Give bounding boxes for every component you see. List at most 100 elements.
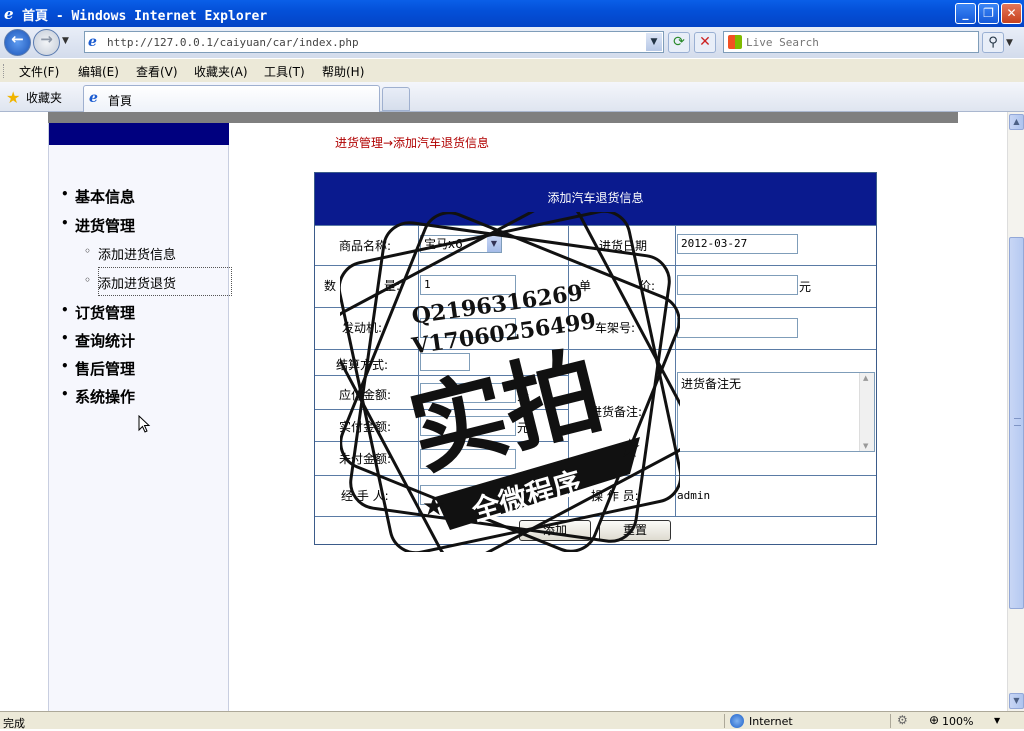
payable-label: 应付金额: [339,388,392,402]
address-toolbar: ← → ▼ e http://127.0.0.1/caiyuan/car/ind… [0,27,1024,58]
col-divider [675,225,676,516]
qty-label-a: 数 [324,279,337,293]
close-button[interactable]: ✕ [1001,3,1022,24]
col-divider [418,225,419,516]
operator-label: 操 作 员: [591,489,639,503]
price-input[interactable] [677,275,798,295]
payable-input[interactable] [420,383,516,403]
zoom-level[interactable]: 100% [942,715,973,728]
favorites-star-icon[interactable]: ★ [6,88,20,107]
sidebar-item-statistics[interactable]: 查询统计 [61,330,135,351]
unpaid-label: 未付金额: [339,452,392,466]
address-url[interactable]: http://127.0.0.1/caiyuan/car/index.php [107,36,359,49]
zoom-icon[interactable]: ⊕ [929,713,939,727]
row-divider [315,225,876,226]
menu-help[interactable]: 帮助(H) [322,63,364,80]
address-dropdown-icon[interactable]: ▼ [646,33,662,51]
sidebar-item-orders[interactable]: 订货管理 [61,302,135,323]
remark-text: 进货备注无 [681,377,742,391]
zoom-dropdown-icon[interactable]: ▼ [994,716,1000,725]
address-bar[interactable]: e http://127.0.0.1/caiyuan/car/index.php… [84,31,664,53]
favorites-bar: ★ 收藏夹 e 首頁 [0,82,1024,112]
page-viewport: 基本信息 进货管理 添加进货信息 添加进货退货 订货管理 查询统计 售后管理 系… [0,112,1007,711]
unpaid-input[interactable] [420,449,516,469]
internet-zone-icon [730,714,744,728]
frame-input[interactable] [677,318,798,338]
status-divider [890,714,891,728]
menu-file[interactable]: 文件(F) [19,63,59,80]
scroll-up-icon[interactable]: ▲ [1009,114,1024,130]
row-divider [315,516,876,517]
sidebar-item-purchase[interactable]: 进货管理 [61,215,135,236]
paid-input[interactable] [420,416,516,436]
menu-favorites[interactable]: 收藏夹(A) [194,63,248,80]
sidebar-subitem-add-purchase[interactable]: 添加进货信息 [84,244,176,263]
handler-label: 经 手 人: [341,489,389,503]
date-input[interactable]: 2012-03-27 [677,234,798,254]
operator-value: admin [677,489,711,502]
reset-button[interactable]: 重置 [599,520,671,541]
mouse-cursor-icon [138,415,151,433]
page-icon: e [88,34,97,50]
window-title: 首頁 - Windows Internet Explorer [22,9,268,24]
page-header-strip [48,112,958,123]
tab-page-icon: e [89,90,98,106]
breadcrumb: 进货管理→添加汽车退货信息 [335,136,490,150]
refresh-button[interactable]: ⟳ [668,32,690,53]
submit-button[interactable]: 添加 [519,520,591,541]
live-search-icon [728,35,742,49]
new-tab-button[interactable] [382,87,410,111]
sidebar-subitem-add-return[interactable]: 添加进货退货 [84,273,176,292]
price-label-a: 单 [579,279,592,293]
price-label-b: 价: [639,279,656,293]
engine-input[interactable] [420,318,516,338]
search-options-icon[interactable]: ▼ [1006,38,1013,48]
row-divider [315,307,876,308]
price-unit: 元 [799,280,812,294]
maximize-button[interactable]: ❐ [978,3,999,24]
forward-button[interactable]: → [33,29,60,56]
remark-textarea[interactable]: 进货备注无 [677,372,875,452]
back-button[interactable]: ← [4,29,31,56]
select-arrow-icon: ▼ [487,236,501,252]
protected-mode-icon: ⚙ [897,713,908,727]
menu-edit[interactable]: 编辑(E) [78,63,119,80]
settle-label: 结算方式: [336,358,389,372]
return-form: 添加汽车退货信息 商品名称: 宝马x6 ▼ 进货日期 2012-03-27 数 … [314,172,877,545]
sidebar-item-after-sales[interactable]: 售后管理 [61,358,135,379]
scroll-down-icon[interactable]: ▼ [1009,693,1024,709]
menu-bar: 文件(F) 编辑(E) 查看(V) 收藏夹(A) 工具(T) 帮助(H) [0,58,1024,82]
page-scrollbar[interactable]: ▲ ▼ [1007,112,1024,711]
browser-tab[interactable]: e 首頁 [83,85,380,112]
row-divider [315,375,568,376]
stop-button[interactable]: ✕ [694,32,716,53]
status-bar: 完成 Internet ⚙ ⊕ 100% ▼ [0,711,1024,730]
form-title: 添加汽车退货信息 [315,173,876,225]
col-divider [568,225,569,516]
recent-pages-dropdown-icon[interactable]: ▼ [62,36,69,46]
browser-window: e 首頁 - Windows Internet Explorer _ ❐ ✕ ←… [0,0,1024,730]
menu-tools[interactable]: 工具(T) [264,63,305,80]
search-input[interactable] [746,34,974,50]
scroll-grip [1014,418,1021,426]
sidebar-item-basic-info[interactable]: 基本信息 [61,186,135,207]
frame-label: 车架号: [595,321,636,335]
product-select[interactable]: 宝马x6 ▼ [420,235,502,253]
remark-scrollbar[interactable] [859,373,874,451]
row-divider [315,349,876,350]
tab-title: 首頁 [108,94,133,108]
paid-label: 实付金额: [339,420,392,434]
sidebar-item-system[interactable]: 系统操作 [61,386,135,407]
quantity-input[interactable]: 1 [420,275,516,295]
minimize-button[interactable]: _ [955,3,976,24]
search-box[interactable] [723,31,979,53]
menu-view[interactable]: 查看(V) [136,63,178,80]
scroll-thumb[interactable] [1009,237,1024,609]
favorites-button[interactable]: 收藏夹 [26,89,62,106]
search-button[interactable]: ⚲ [982,32,1004,53]
handler-input[interactable] [420,485,516,505]
settle-select[interactable] [420,353,470,371]
date-label: 进货日期 [599,239,648,253]
remark-label: 进货备注: [590,405,643,419]
row-divider [315,475,876,476]
